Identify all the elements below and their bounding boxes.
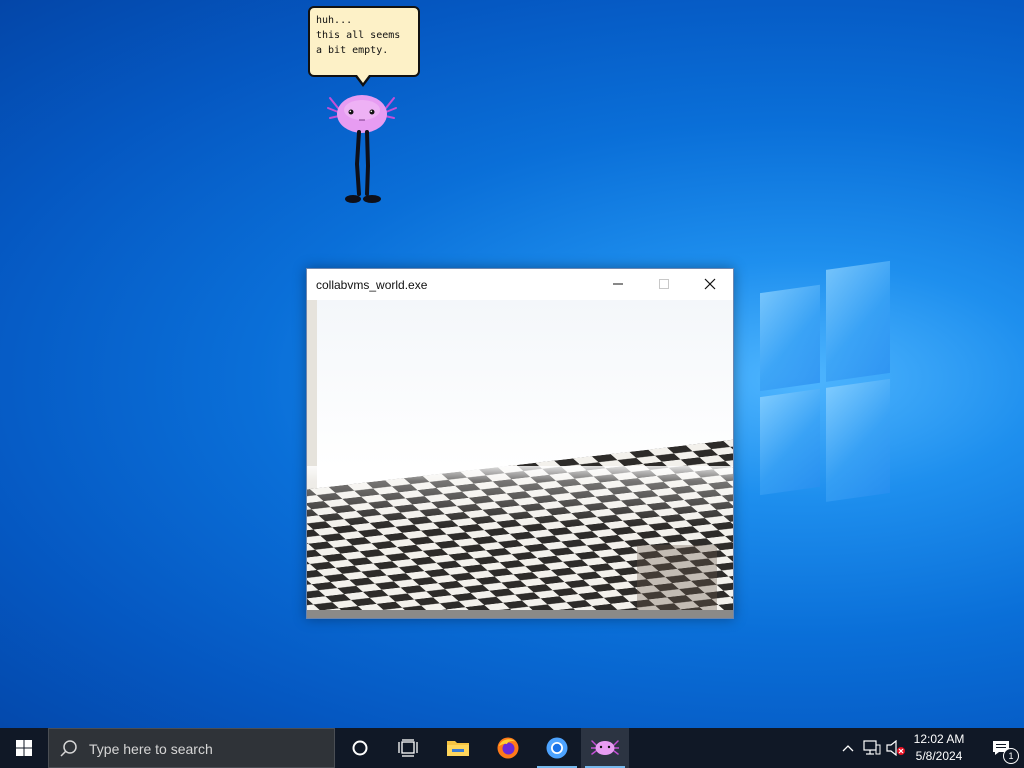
show-hidden-icons-button[interactable] xyxy=(836,728,860,768)
network-icon xyxy=(863,740,881,755)
speech-line: this all seems xyxy=(316,30,401,41)
cortana-button[interactable] xyxy=(336,728,384,768)
chrome-button[interactable] xyxy=(533,728,581,768)
task-view-icon xyxy=(398,739,418,757)
windows-logo-wallpaper xyxy=(760,260,890,511)
volume-muted-icon xyxy=(886,740,905,756)
3d-scene xyxy=(307,300,733,618)
search-placeholder: Type here to search xyxy=(89,741,213,757)
maximize-icon xyxy=(659,279,669,289)
clock-time: 12:02 AM xyxy=(913,732,965,746)
window-title: collabvms_world.exe xyxy=(316,278,428,292)
action-center-button[interactable]: 1 xyxy=(978,728,1024,768)
chrome-icon xyxy=(546,737,568,759)
axolotl-icon xyxy=(591,740,619,755)
task-view-button[interactable] xyxy=(384,728,432,768)
close-button[interactable] xyxy=(687,269,733,299)
sky xyxy=(307,300,733,468)
axolotl-character[interactable] xyxy=(326,86,398,208)
maximize-button[interactable] xyxy=(641,269,687,299)
chevron-up-icon xyxy=(842,745,854,752)
app-window[interactable]: collabvms_world.exe xyxy=(306,268,734,619)
file-explorer-button[interactable] xyxy=(434,728,482,768)
start-button[interactable] xyxy=(0,728,48,768)
speech-bubble: huh... this all seems a bit empty. xyxy=(308,6,420,77)
windows-start-icon xyxy=(16,740,32,756)
search-icon xyxy=(60,740,77,757)
speech-line: huh... xyxy=(316,15,353,26)
floor-shadow xyxy=(637,545,717,615)
cortana-circle-icon xyxy=(352,740,368,756)
folder-icon xyxy=(447,741,469,756)
desktop: huh... this all seems a bit empty. colla… xyxy=(0,0,1024,728)
close-icon xyxy=(704,278,716,290)
network-button[interactable] xyxy=(860,728,884,768)
notification-count-badge: 1 xyxy=(1003,748,1019,764)
clock-date: 5/8/2024 xyxy=(915,749,963,763)
game-viewport[interactable] xyxy=(307,300,733,618)
speech-line: a bit empty. xyxy=(316,45,389,56)
firefox-icon xyxy=(497,737,519,759)
title-bar[interactable]: collabvms_world.exe xyxy=(307,269,733,299)
minimize-icon xyxy=(613,283,623,285)
taskbar: Type here to search 12:02 AM 5/8/2024 1 xyxy=(0,728,1024,768)
firefox-button[interactable] xyxy=(484,728,532,768)
collabvms-world-button[interactable] xyxy=(581,728,629,768)
search-box[interactable]: Type here to search xyxy=(48,728,335,768)
minimize-button[interactable] xyxy=(595,269,641,299)
speech-bubble-tail-fill xyxy=(357,75,369,83)
clock[interactable]: 12:02 AM 5/8/2024 xyxy=(904,731,974,765)
